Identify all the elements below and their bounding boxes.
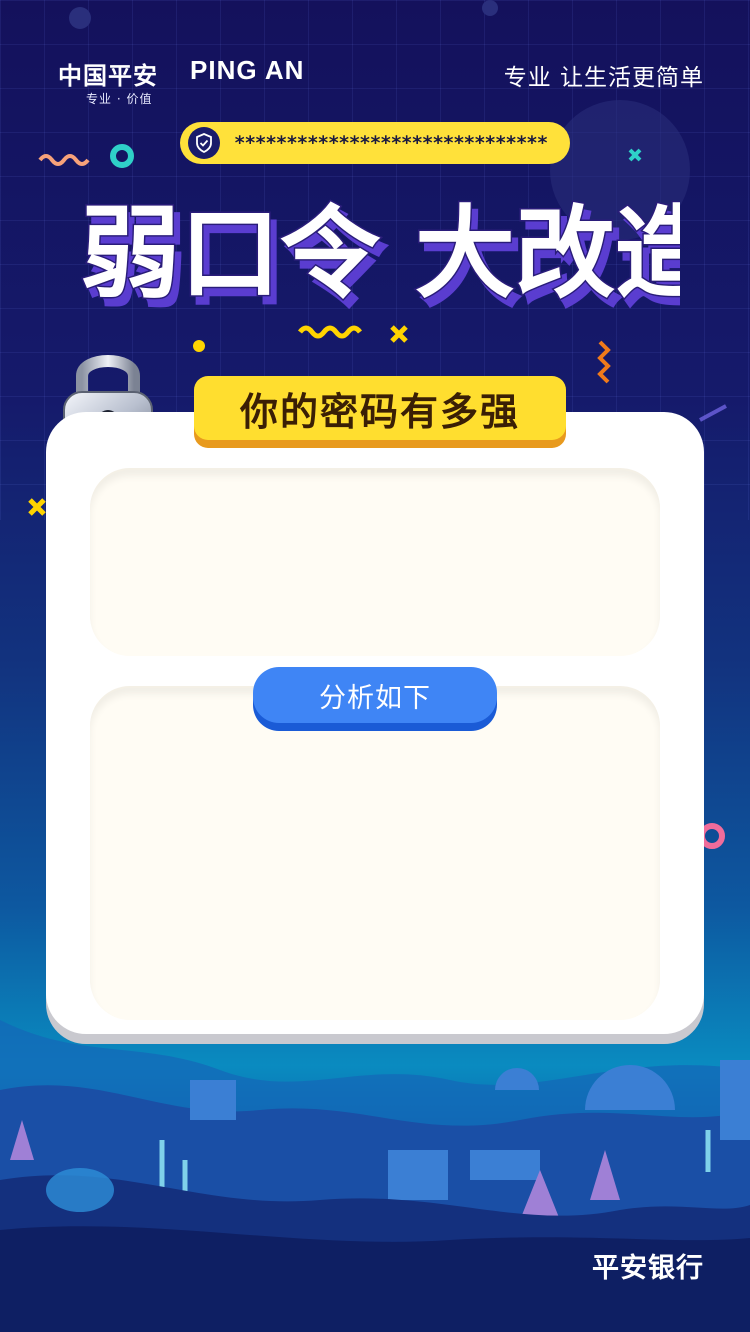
planet-dot [69, 7, 91, 29]
cross-shape [390, 325, 408, 343]
ring-shape [699, 823, 725, 849]
squiggle-shape [298, 325, 362, 339]
headline-title: 弱口令 大改造 [80, 194, 680, 314]
ring-shape [110, 144, 134, 168]
password-strength-panel [90, 470, 660, 656]
shield-icon [188, 127, 220, 159]
dot-shape [193, 340, 205, 352]
brand-logo-cn: 中国平安 [58, 62, 158, 90]
cross-shape [28, 498, 46, 516]
footer-bank-logo: 平安银行 [592, 1253, 704, 1284]
masked-password-text: ****************************** [234, 132, 548, 154]
zigzag-shape [597, 340, 611, 384]
analysis-result-panel [90, 688, 660, 1020]
poster-page: 中国平安 PING AN 专业 · 价值 专业 让生活更简单 *********… [0, 0, 750, 1332]
password-display-bar: ****************************** [180, 122, 570, 164]
streak-shape [699, 404, 727, 422]
squiggle-shape [38, 154, 90, 166]
brand-tagline: 专业 · 价值 [86, 92, 153, 106]
brand-logo-en: PING AN [190, 55, 305, 85]
planet-dot [482, 0, 498, 16]
main-card [46, 412, 704, 1034]
analyze-button[interactable]: 分析如下 [253, 667, 497, 723]
subtitle-banner: 你的密码有多强 [194, 376, 566, 440]
brand-slogan: 专业 让生活更简单 [503, 65, 704, 91]
headline-text: 弱口令 大改造 [80, 195, 680, 312]
